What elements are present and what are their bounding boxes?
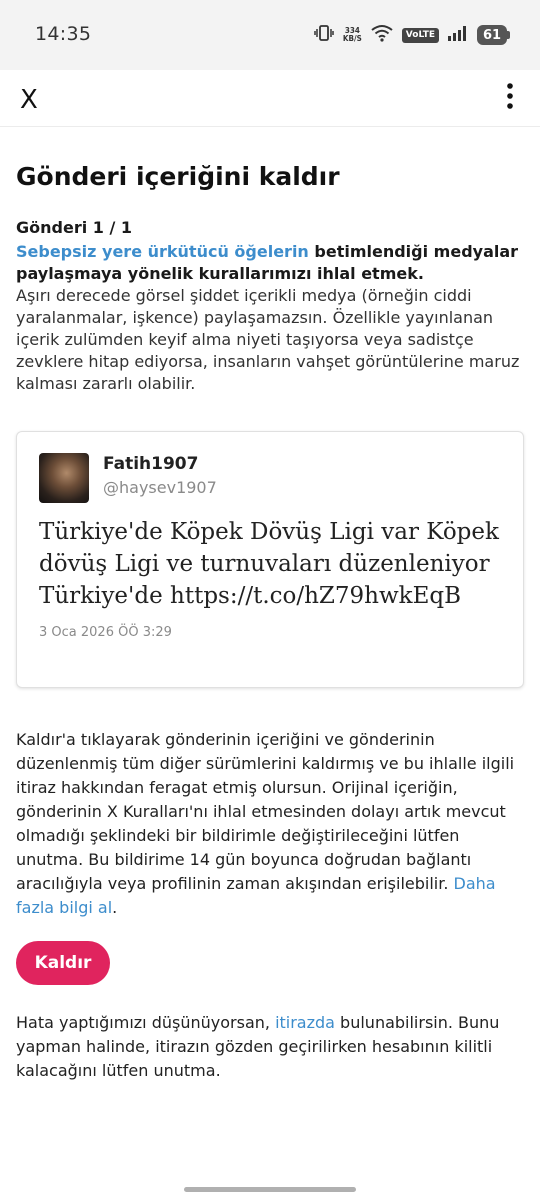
appeal-link[interactable]: itirazda	[275, 1013, 335, 1032]
tweet-card: Fatih1907 @haysev1907 Türkiye'de Köpek D…	[16, 431, 524, 688]
more-options-button[interactable]	[500, 76, 520, 120]
battery-level: 61	[477, 25, 507, 45]
appeal-info: Hata yaptığımızı düşünüyorsan, itirazda …	[16, 1011, 524, 1083]
page-title: Gönderi içeriğini kaldır	[16, 162, 340, 191]
battery-icon: 61	[477, 25, 510, 45]
status-bar: 14:35 334 KB/S VoLTE 61	[0, 0, 540, 70]
rule-link[interactable]: Sebepsiz yere ürkütücü öğelerin	[16, 242, 309, 261]
removal-info-text: Kaldır'a tıklayarak gönderinin içeriğini…	[16, 730, 515, 893]
author-handle: @haysev1907	[103, 478, 217, 497]
rule-description: Aşırı derecede görsel şiddet içerikli me…	[16, 286, 520, 393]
close-button[interactable]: X	[20, 80, 42, 120]
more-vertical-icon	[507, 83, 513, 109]
status-icons: 334 KB/S VoLTE 61	[314, 22, 510, 48]
signal-icon	[448, 25, 468, 45]
app-header: X	[0, 70, 540, 127]
network-speed: 334 KB/S	[343, 27, 362, 43]
avatar	[39, 453, 89, 503]
tweet-text: Türkiye'de Köpek Dövüş Ligi var Köpek dö…	[39, 519, 499, 609]
vibrate-icon	[314, 24, 334, 46]
violated-rule: Sebepsiz yere ürkütücü öğelerin betimlen…	[16, 241, 524, 285]
network-speed-unit: KB/S	[342, 34, 362, 43]
main-content: Gönderi içeriğini kaldır Gönderi 1 / 1 S…	[16, 126, 524, 1080]
wifi-icon	[371, 24, 393, 46]
volte-badge: VoLTE	[401, 27, 439, 43]
status-time: 14:35	[35, 23, 92, 45]
removal-info-end: .	[112, 898, 118, 917]
appeal-text-before: Hata yaptığımızı düşünüyorsan,	[16, 1013, 276, 1032]
author-name: Fatih1907	[103, 454, 199, 474]
tweet-date: 3 Oca 2026 ÖÖ 3:29	[39, 625, 172, 640]
removal-info: Kaldır'a tıklayarak gönderinin içeriğini…	[16, 728, 524, 920]
post-counter: Gönderi 1 / 1	[16, 218, 133, 237]
home-indicator[interactable]	[184, 1187, 356, 1192]
battery-tip	[507, 31, 510, 39]
remove-button[interactable]: Kaldır	[16, 941, 110, 985]
